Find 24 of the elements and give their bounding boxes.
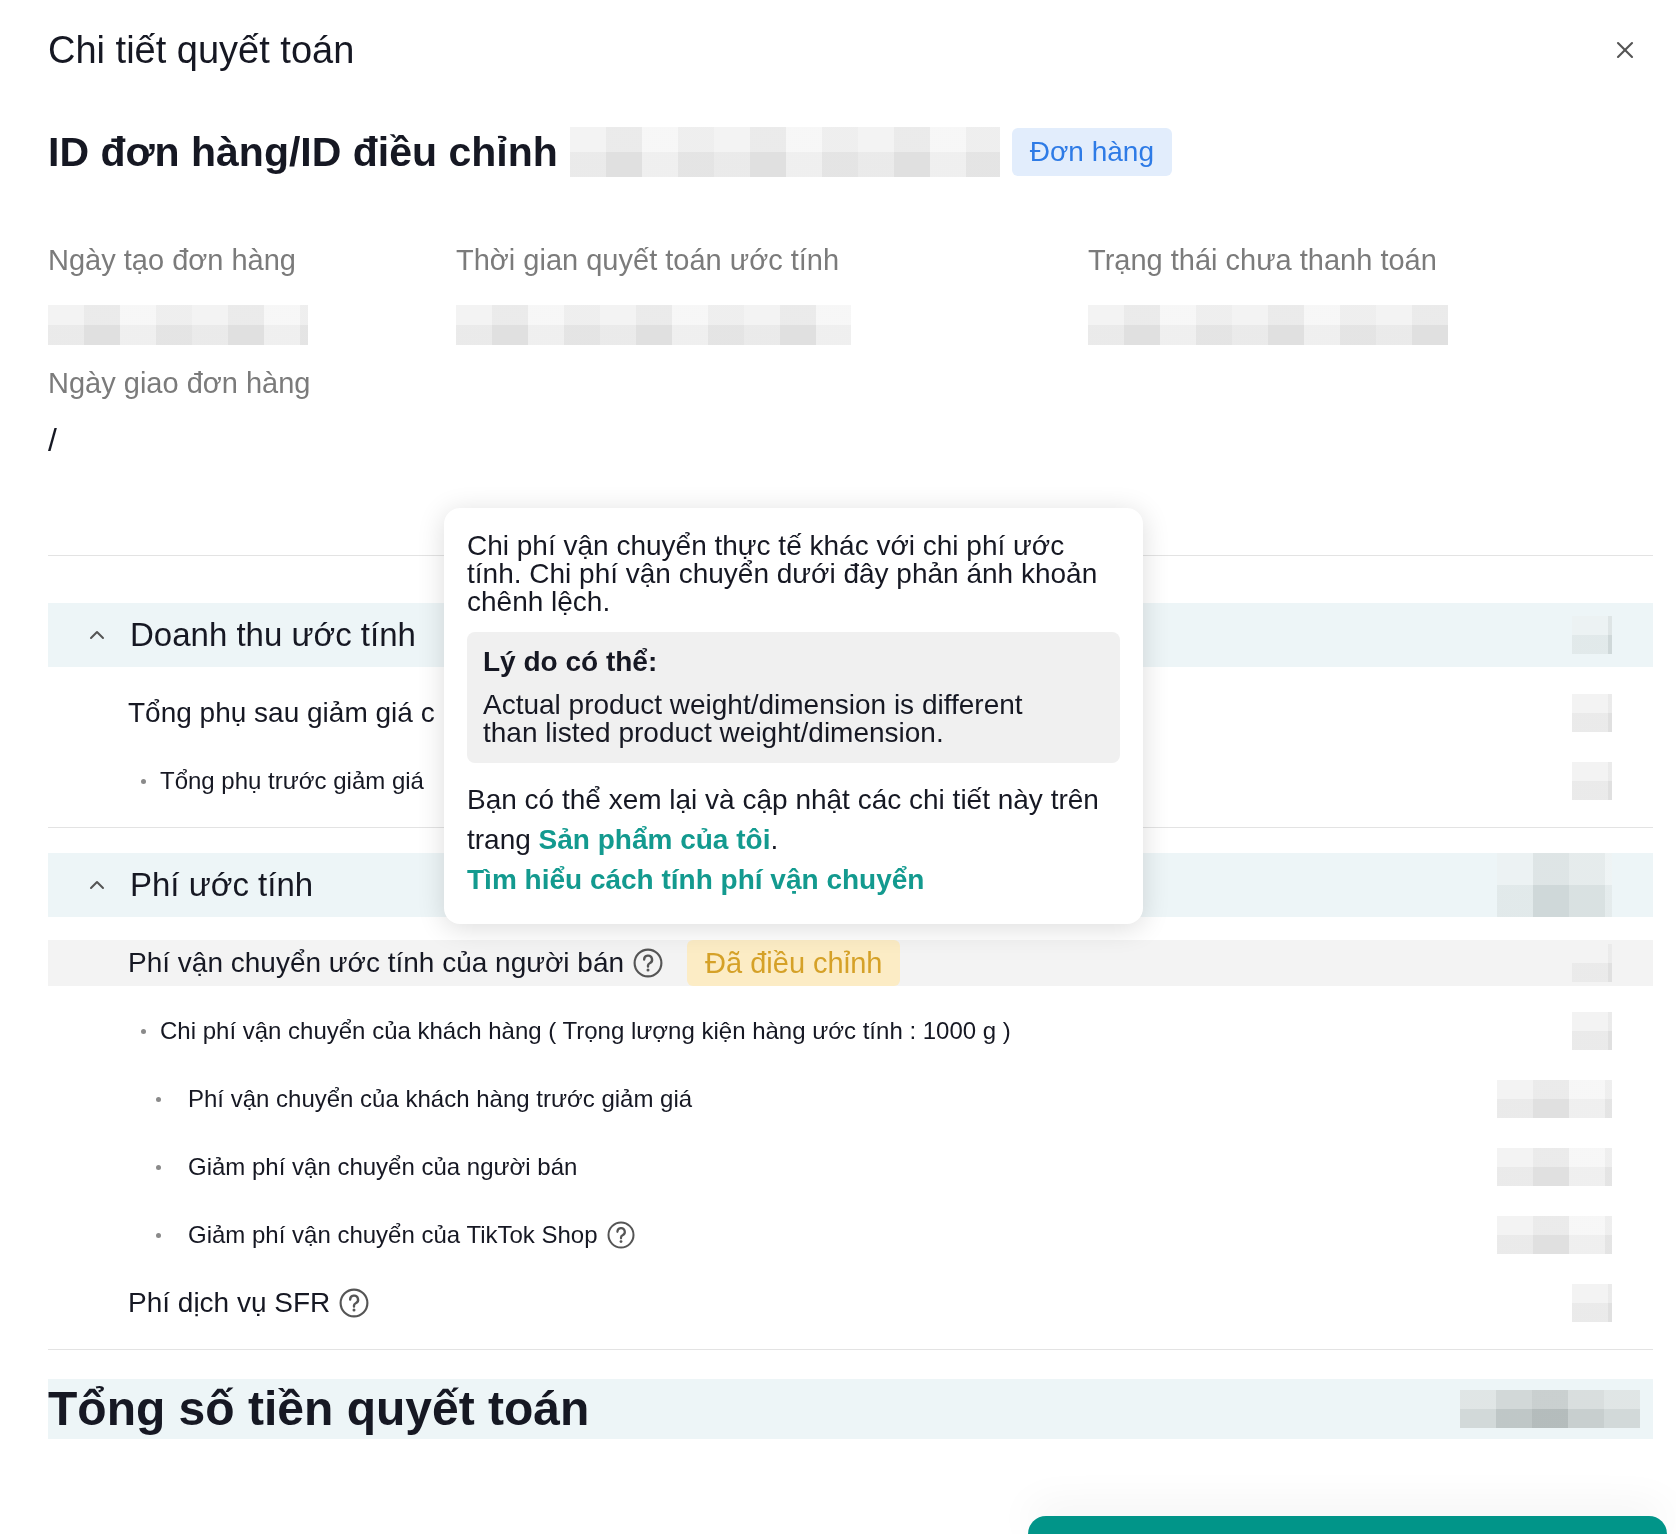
row-label: Giảm phí vận chuyển của TikTok Shop	[188, 1220, 598, 1250]
section-title: Doanh thu ước tính	[130, 615, 416, 655]
reason-title: Lý do có thể:	[483, 646, 658, 678]
tooltip-text: Chi phí vận chuyển thực tế khác với chi phí ước tính. Chi phí vận chuyển dưới đây phản ánh khoản chênh lệch.	[467, 532, 1099, 616]
row-label: Phí vận chuyển ước tính của người bán	[128, 946, 625, 980]
row-label: Tổng phụ sau giảm giá c	[128, 696, 435, 730]
dialog-title: Chi tiết quyết toán	[48, 28, 355, 73]
row-label: Chi phí vận chuyển của khách hàng ( Trọng lượng kiện hàng ước tính : 1000 g )	[160, 1016, 1011, 1046]
total-label: Tổng số tiền quyết toán	[48, 1381, 590, 1437]
row-label: Tổng phụ trước giảm giá	[160, 766, 424, 796]
field-label: Ngày giao đơn hàng	[48, 367, 311, 399]
row-label: Phí vận chuyển của khách hàng trước giảm giá	[188, 1084, 693, 1114]
field-label: Ngày tạo đơn hàng	[48, 244, 296, 276]
row-label: Phí dịch vụ SFR	[128, 1286, 331, 1320]
type-tag: Đơn hàng	[1011, 128, 1172, 176]
field-label: Thời gian quyết toán ước tính	[456, 244, 840, 276]
order-id-label: ID đơn hàng/ID điều chỉnh	[48, 128, 558, 177]
tooltip-note: Bạn có thể xem lại và cập nhật các chi tiết này trên trang Sản phẩm của tôi. Tìm hiểu cách tính phí vận chuyển	[467, 783, 1100, 897]
reason-text: Actual product weight/dimension is different than listed product weight/dimension.	[483, 691, 1024, 747]
field-label: Trạng thái chưa thanh toán	[1088, 244, 1437, 276]
status-tag: Đã điều chỉnh	[687, 940, 901, 986]
field-value: /	[48, 422, 57, 458]
row-label: Giảm phí vận chuyển của người bán	[188, 1152, 578, 1182]
section-title: Phí ước tính	[130, 865, 314, 905]
